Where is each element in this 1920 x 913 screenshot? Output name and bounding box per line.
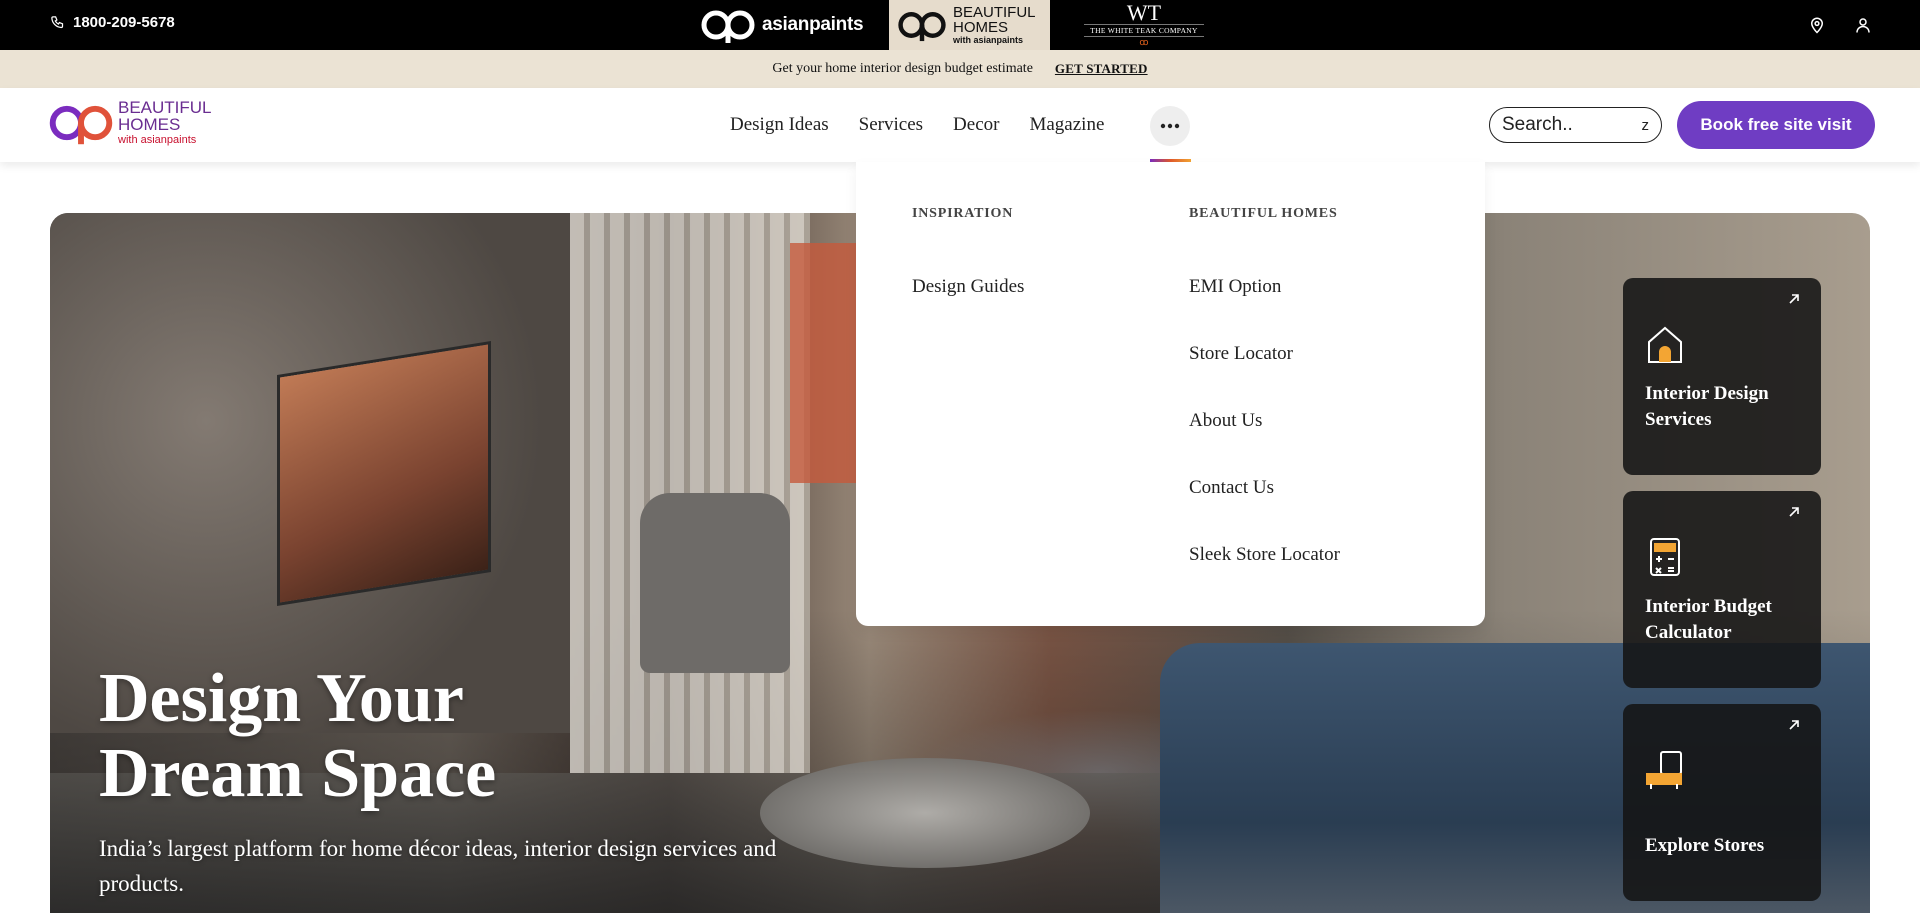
beautiful-homes-brand-link[interactable]: BEAUTIFUL HOMES with asianpaints bbox=[889, 0, 1050, 50]
hero-tv bbox=[280, 344, 488, 603]
bh-brand-text: BEAUTIFUL HOMES with asianpaints bbox=[953, 5, 1036, 46]
announcement-strip: Get your home interior design budget est… bbox=[0, 50, 1920, 88]
top-icons bbox=[1808, 15, 1872, 35]
arrow-up-right-icon bbox=[1789, 720, 1799, 730]
phone-icon bbox=[51, 16, 64, 29]
bh-color-logo-icon bbox=[49, 105, 113, 145]
bh-brand-line3: with asianpaints bbox=[953, 34, 1024, 45]
card-label: Interior Budget Calculator bbox=[1645, 596, 1772, 643]
inspiration-column: INSPIRATION Design Guides bbox=[912, 206, 1152, 586]
menu-item-store-locator[interactable]: Store Locator bbox=[1189, 343, 1293, 365]
more-dots-icon bbox=[1160, 123, 1180, 129]
hero-armchair bbox=[640, 493, 790, 673]
card-interior-budget-calculator[interactable]: Interior Budget Calculator bbox=[1623, 491, 1821, 688]
inspiration-heading: INSPIRATION bbox=[912, 206, 1014, 221]
card-explore-stores[interactable]: Explore Stores bbox=[1623, 704, 1821, 901]
bh-logo-icon bbox=[898, 12, 946, 42]
wt-company-name: THE WHITE TEAK COMPANY bbox=[1084, 24, 1204, 37]
location-icon[interactable] bbox=[1808, 15, 1826, 35]
arrow-up-right-icon bbox=[1789, 507, 1799, 517]
asianpaints-logo-icon bbox=[701, 10, 755, 43]
main-nav: Design Ideas Services Decor Magazine bbox=[730, 88, 1104, 162]
top-bar: 1800-209-5678 asianpaints BEAUTIFUL HOME… bbox=[0, 0, 1920, 50]
nav-magazine[interactable]: Magazine bbox=[1029, 114, 1104, 136]
bh-brand-line2: HOMES bbox=[953, 18, 1009, 36]
card-label: Explore Stores bbox=[1645, 835, 1765, 856]
beautiful-homes-column: BEAUTIFUL HOMES EMI Option Store Locator… bbox=[1189, 206, 1449, 586]
asianpaints-brand-link[interactable]: asianpaints bbox=[700, 4, 864, 46]
search-suffix: z bbox=[1641, 116, 1650, 134]
book-site-visit-button[interactable]: Book free site visit bbox=[1677, 101, 1875, 149]
nav-decor[interactable]: Decor bbox=[953, 114, 999, 136]
logo-line2: HOMES bbox=[118, 115, 181, 134]
more-menu-button[interactable] bbox=[1150, 106, 1190, 146]
phone-link[interactable]: 1800-209-5678 bbox=[50, 14, 175, 31]
white-teak-brand-link[interactable]: WT THE WHITE TEAK COMPANY ꝏ bbox=[1084, 2, 1204, 48]
user-icon[interactable] bbox=[1854, 15, 1872, 35]
hero-cards: Interior Design Services Interior Budget… bbox=[1623, 278, 1821, 913]
arrow-up-right-icon bbox=[1789, 294, 1799, 304]
nav-services[interactable]: Services bbox=[859, 114, 923, 136]
logo-text: BEAUTIFUL HOMES with asianpaints bbox=[118, 99, 212, 147]
phone-number: 1800-209-5678 bbox=[73, 14, 175, 31]
site-logo[interactable]: BEAUTIFUL HOMES with asianpaints bbox=[48, 99, 212, 147]
menu-item-about-us[interactable]: About Us bbox=[1189, 410, 1262, 432]
card-label: Interior Design Services bbox=[1645, 383, 1769, 430]
search-box[interactable]: z bbox=[1489, 107, 1662, 143]
wt-monogram: WT bbox=[1126, 0, 1162, 25]
card-interior-design-services[interactable]: Interior Design Services bbox=[1623, 278, 1821, 475]
logo-line3: with asianpaints bbox=[118, 134, 197, 146]
bh-brand-line1: BEAUTIFUL bbox=[953, 3, 1036, 21]
main-header: BEAUTIFUL HOMES with asianpaints Design … bbox=[0, 88, 1920, 162]
logo-line1: BEAUTIFUL bbox=[118, 98, 212, 117]
beautiful-homes-heading: BEAUTIFUL HOMES bbox=[1189, 206, 1338, 221]
announcement-text: Get your home interior design budget est… bbox=[772, 61, 1033, 76]
more-dropdown-menu: INSPIRATION Design Guides BEAUTIFUL HOME… bbox=[856, 162, 1485, 626]
get-started-link[interactable]: GET STARTED bbox=[1055, 61, 1148, 77]
wt-ap-mark-icon: ꝏ bbox=[1139, 37, 1149, 47]
menu-item-design-guides[interactable]: Design Guides bbox=[912, 276, 1024, 298]
nav-design-ideas[interactable]: Design Ideas bbox=[730, 114, 829, 136]
calculator-icon bbox=[1650, 538, 1680, 576]
sofa-icon bbox=[1646, 751, 1682, 789]
house-icon bbox=[1648, 326, 1682, 363]
menu-item-contact-us[interactable]: Contact Us bbox=[1189, 477, 1274, 499]
hero-subtitle: India’s largest platform for home décor … bbox=[99, 836, 777, 896]
search-input[interactable] bbox=[1502, 114, 1620, 136]
asianpaints-wordmark: asianpaints bbox=[762, 14, 864, 35]
hero-title-line1: Design Your bbox=[99, 660, 464, 737]
menu-item-sleek-store-locator[interactable]: Sleek Store Locator bbox=[1189, 544, 1340, 566]
menu-item-emi-option[interactable]: EMI Option bbox=[1189, 276, 1281, 298]
hero-title: Design Your Dream Space bbox=[99, 661, 496, 811]
hero-title-line2: Dream Space bbox=[99, 735, 497, 812]
